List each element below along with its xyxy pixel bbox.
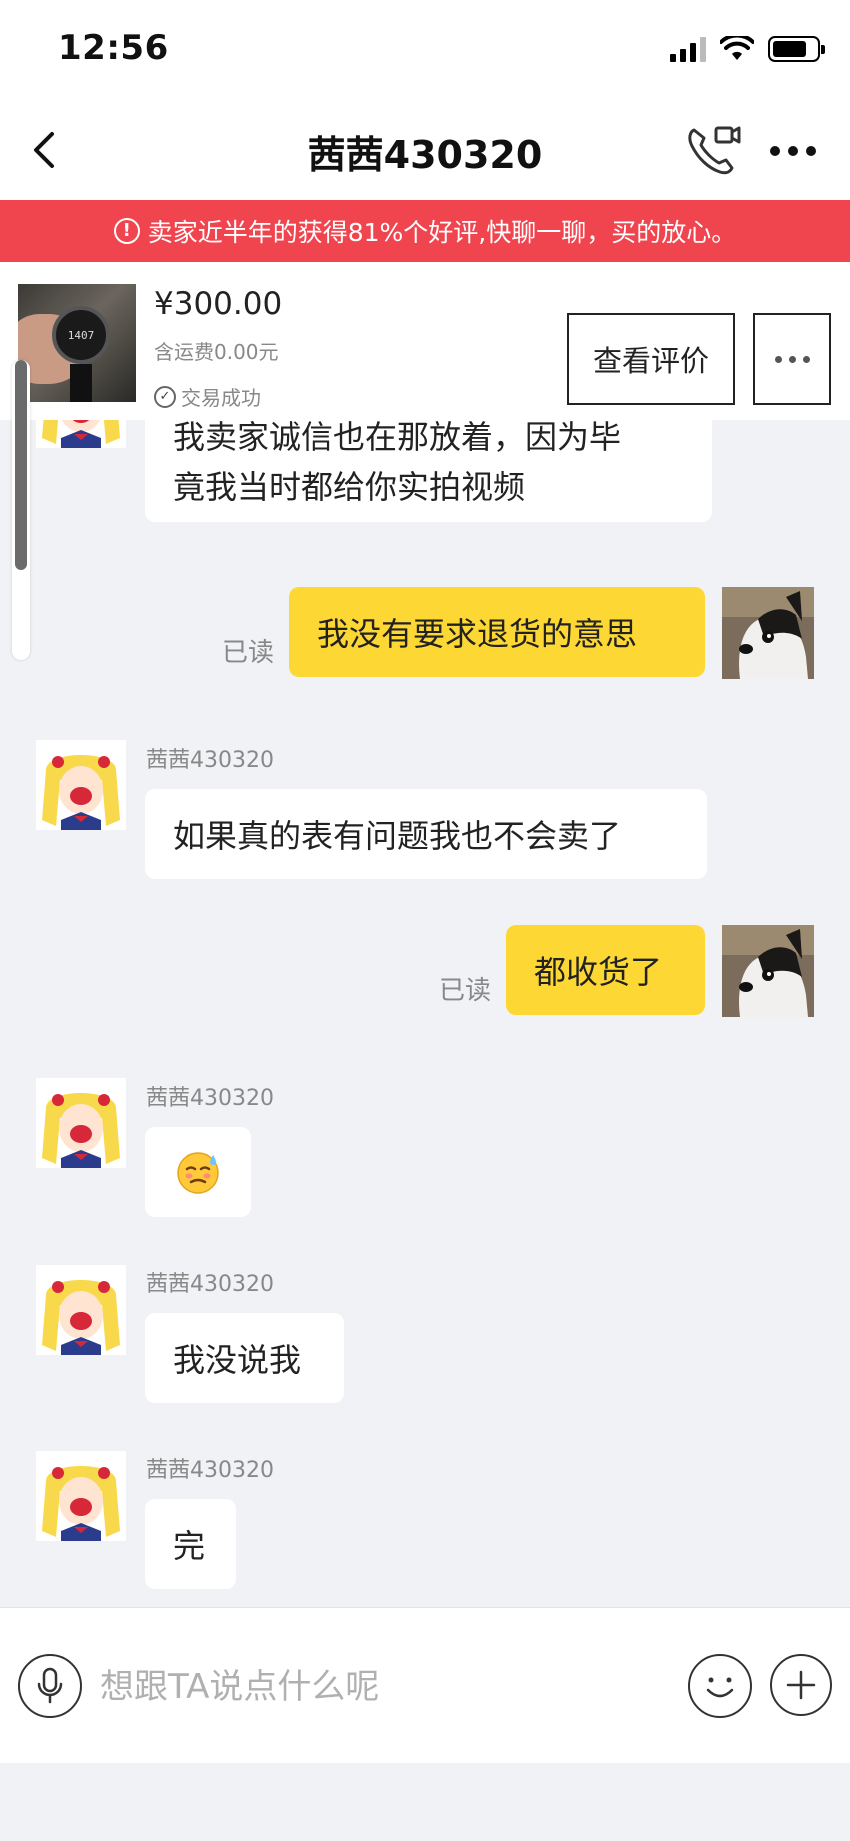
message-text: 完 (173, 1527, 206, 1565)
status-bar: 12:56 (0, 0, 850, 100)
seller-avatar[interactable] (36, 1078, 126, 1168)
status-icons (670, 36, 825, 62)
seller-avatar[interactable] (36, 740, 126, 830)
message-input[interactable] (100, 1662, 660, 1712)
view-review-button[interactable]: 查看评价 (567, 313, 735, 405)
message-text: 我没有要求退货的意思 (317, 615, 638, 653)
emoji-smile-icon[interactable] (688, 1654, 752, 1718)
trade-status: ✓ 交易成功 (154, 382, 261, 411)
sender-name: 茜茜430320 (146, 1086, 274, 1111)
wifi-icon (720, 36, 754, 60)
message-bubble-incoming[interactable]: 我卖家诚信也在那放着，因为毕 竟我当时都给你实拍视频 (145, 420, 712, 522)
notice-text: 卖家近半年的获得81%个好评,快聊一聊，买的放心。 (147, 218, 737, 247)
more-options-icon[interactable] (770, 146, 816, 156)
check-circle-icon: ✓ (154, 385, 176, 408)
microphone-icon[interactable] (18, 1654, 82, 1718)
status-time: 12:56 (58, 28, 169, 68)
read-receipt: 已读 (222, 638, 275, 668)
phone-video-call-icon[interactable] (684, 122, 742, 178)
scrollbar[interactable] (12, 360, 30, 660)
sender-name: 茜茜430320 (146, 1458, 274, 1483)
message-bubble-outgoing[interactable]: 我没有要求退货的意思 (289, 587, 705, 677)
message-text: 竟我当时都给你实拍视频 (173, 468, 526, 506)
battery-icon (768, 36, 825, 62)
message-bubble-incoming[interactable]: 我没说我 (145, 1313, 344, 1403)
read-receipt: 已读 (439, 976, 492, 1006)
seller-avatar[interactable] (36, 1265, 126, 1355)
message-bubble-incoming[interactable]: 😓 (145, 1127, 251, 1217)
product-more-button[interactable] (753, 313, 831, 405)
trade-status-label: 交易成功 (181, 386, 261, 410)
buyer-avatar[interactable] (722, 925, 814, 1017)
sender-name: 茜茜430320 (146, 1272, 274, 1297)
cellular-signal-icon (670, 36, 706, 62)
message-text: 如果真的表有问题我也不会卖了 (173, 817, 622, 855)
message-bubble-outgoing[interactable]: 都收货了 (506, 925, 705, 1015)
product-thumbnail[interactable]: 1407 (18, 284, 136, 402)
input-bar (0, 1607, 850, 1763)
exclamation-icon: ! (113, 218, 140, 244)
seller-rating-notice: ! 卖家近半年的获得81%个好评,快聊一聊，买的放心。 (0, 200, 850, 262)
plus-icon[interactable] (770, 1654, 832, 1716)
sender-name: 茜茜430320 (146, 748, 274, 773)
message-bubble-incoming[interactable]: 完 (145, 1499, 236, 1589)
message-text: 都收货了 (534, 953, 663, 991)
product-card[interactable]: 1407 ¥300.00 含运费0.00元 ✓ 交易成功 查看评价 (0, 262, 850, 420)
buyer-avatar[interactable] (722, 587, 814, 679)
watch-face: 1407 (52, 306, 110, 364)
scrollbar-thumb[interactable] (15, 360, 27, 570)
message-text: 我没说我 (173, 1341, 302, 1379)
shipping-fee: 含运费0.00元 (154, 340, 279, 364)
chat-header: 茜茜430320 (0, 100, 850, 200)
product-price: ¥300.00 (154, 286, 283, 322)
bottom-safe-area (0, 1763, 850, 1841)
message-text: 我卖家诚信也在那放着，因为毕 (173, 420, 622, 456)
message-bubble-incoming[interactable]: 如果真的表有问题我也不会卖了 (145, 789, 707, 879)
seller-avatar[interactable] (36, 1451, 126, 1541)
emoji-sweat-icon (177, 1152, 219, 1194)
message-list[interactable]: 我卖家诚信也在那放着，因为毕 竟我当时都给你实拍视频 已读 我没有要求退货的意思 (0, 420, 850, 1607)
seller-avatar[interactable] (36, 420, 126, 448)
